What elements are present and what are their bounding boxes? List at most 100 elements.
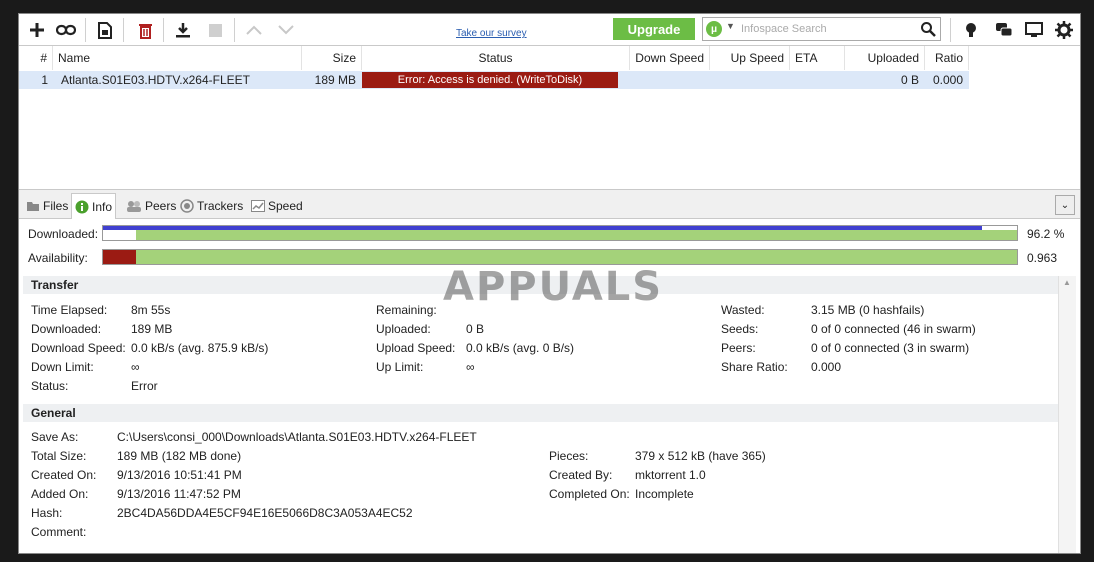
trash-icon	[138, 23, 152, 39]
total-size-label: Total Size:	[31, 449, 87, 463]
toolbar-separator	[123, 18, 124, 42]
monitor-icon	[1025, 22, 1043, 37]
add-link-button[interactable]	[55, 19, 77, 41]
utorrent-logo-icon[interactable]: μ	[706, 21, 722, 37]
availability-bar	[102, 249, 1018, 265]
tab-files[interactable]: Files	[23, 194, 71, 218]
collapse-panel-button[interactable]: ⌄	[1055, 195, 1075, 215]
added-on-value: 9/13/2016 11:47:52 PM	[117, 487, 241, 501]
general-section-title: General	[23, 404, 1060, 422]
stop-icon	[208, 23, 222, 37]
created-on-value: 9/13/2016 10:51:41 PM	[117, 468, 242, 482]
remove-torrent-button[interactable]	[134, 19, 156, 41]
torrent-ratio: 0.000	[932, 73, 963, 87]
availability-value: 0.963	[1027, 251, 1058, 265]
chat-icon	[996, 23, 1013, 37]
time-elapsed-label: Time Elapsed:	[31, 303, 108, 317]
uploaded-value: 0 B	[466, 322, 485, 336]
move-down-button[interactable]	[275, 19, 297, 41]
completed-on-value: Incomplete	[635, 487, 694, 501]
start-download-button[interactable]	[172, 19, 194, 41]
status-value: Error	[131, 379, 158, 393]
time-elapsed-value: 8m 55s	[131, 303, 171, 317]
column-header-number[interactable]: #	[19, 46, 53, 70]
download-speed-label: Download Speed:	[31, 341, 126, 355]
column-header-ratio[interactable]: Ratio	[925, 46, 969, 70]
preferences-button[interactable]	[1053, 19, 1075, 41]
availability-missing-fill	[103, 250, 136, 264]
column-header-status[interactable]: Status	[362, 46, 630, 70]
download-speed-value: 0.0 kB/s (avg. 875.9 kB/s)	[131, 341, 269, 355]
tab-trackers[interactable]: Trackers	[177, 194, 246, 218]
uploaded-label: Uploaded:	[376, 322, 431, 336]
remote-button[interactable]	[1023, 19, 1045, 41]
survey-link[interactable]: Take our survey	[456, 28, 527, 39]
torrent-up-speed	[710, 71, 784, 89]
double-chevron-down-icon: ⌄	[1060, 199, 1070, 211]
up-limit-value: ∞	[466, 360, 475, 374]
column-header-up-speed[interactable]: Up Speed	[710, 46, 790, 70]
availability-fill	[136, 250, 1017, 264]
scroll-up-icon[interactable]: ▲	[1063, 278, 1071, 287]
column-header-down-speed[interactable]: Down Speed	[630, 46, 710, 70]
column-header-uploaded[interactable]: Uploaded	[845, 46, 925, 70]
toolbar-separator	[234, 18, 235, 42]
share-ratio-value: 0.000	[811, 360, 842, 374]
add-torrent-button[interactable]	[26, 19, 48, 41]
share-ratio-label: Share Ratio:	[721, 360, 788, 374]
info-details-panel: Transfer Time Elapsed: 8m 55s Downloaded…	[23, 276, 1060, 553]
search-provider-dropdown-icon[interactable]: ▼	[726, 21, 735, 31]
search-icon[interactable]	[920, 21, 936, 40]
total-size-value: 189 MB (182 MB done)	[117, 449, 242, 463]
utorrent-window: Take our survey Upgrade μ ▼ Infospace Se…	[18, 13, 1081, 554]
move-up-button[interactable]	[243, 19, 265, 41]
create-torrent-button[interactable]	[94, 19, 116, 41]
comment-label: Comment:	[31, 525, 87, 539]
search-box[interactable]: μ ▼ Infospace Search	[702, 17, 941, 41]
created-by-label: Created By:	[549, 468, 613, 482]
toolbar-separator	[163, 18, 164, 42]
peers-value: 0 of 0 connected (3 in swarm)	[811, 341, 970, 355]
column-header-name[interactable]: Name	[53, 46, 302, 70]
trackers-icon	[180, 199, 194, 213]
torrent-number: 1	[41, 73, 48, 87]
chevron-up-icon	[246, 25, 262, 35]
lightbulb-icon	[966, 22, 976, 37]
tab-info[interactable]: Info	[71, 193, 117, 219]
tab-peers[interactable]: Peers	[123, 194, 179, 218]
wasted-value: 3.15 MB (0 hashfails)	[811, 303, 925, 317]
save-as-value: C:\Users\consi_000\Downloads\Atlanta.S01…	[117, 430, 477, 444]
created-by-value: mktorrent 1.0	[635, 468, 706, 482]
peers-icon	[127, 201, 141, 212]
status-label: Status:	[31, 379, 69, 393]
column-header-size[interactable]: Size	[302, 46, 362, 70]
created-on-label: Created On:	[31, 468, 97, 482]
downloaded-stat-value: 189 MB	[131, 322, 173, 336]
torrent-row[interactable]: 1 Atlanta.S01E03.HDTV.x264-FLEET 189 MB …	[19, 71, 969, 89]
torrent-uploaded: 0 B	[900, 73, 919, 87]
link-icon	[56, 24, 76, 36]
torrent-size: 189 MB	[314, 73, 356, 87]
gear-icon	[1055, 21, 1073, 39]
detail-tabs: Files Info Peers Trackers Speed ⌄	[19, 189, 1080, 219]
torrent-list[interactable]: # Name Size Status Down Speed Up Speed E…	[19, 46, 1080, 188]
info-icon	[75, 200, 89, 213]
tab-speed[interactable]: Speed	[248, 194, 306, 218]
chevron-down-icon	[278, 25, 294, 35]
down-limit-label: Down Limit:	[31, 360, 94, 374]
downloaded-percent: 96.2 %	[1027, 227, 1065, 241]
chat-button[interactable]	[993, 19, 1015, 41]
speed-graph-icon	[251, 200, 265, 212]
upgrade-button[interactable]: Upgrade	[613, 18, 695, 40]
save-as-label: Save As:	[31, 430, 79, 444]
peers-label: Peers:	[721, 341, 756, 355]
tips-button[interactable]	[960, 19, 982, 41]
search-input[interactable]: Infospace Search	[741, 23, 827, 35]
upload-speed-value: 0.0 kB/s (avg. 0 B/s)	[466, 341, 575, 355]
completed-on-label: Completed On:	[549, 487, 630, 501]
details-scrollbar[interactable]: ▲	[1058, 276, 1076, 553]
wasted-label: Wasted:	[721, 303, 765, 317]
stop-button[interactable]	[204, 19, 226, 41]
remaining-label: Remaining:	[376, 303, 437, 317]
column-header-eta[interactable]: ETA	[790, 46, 845, 70]
